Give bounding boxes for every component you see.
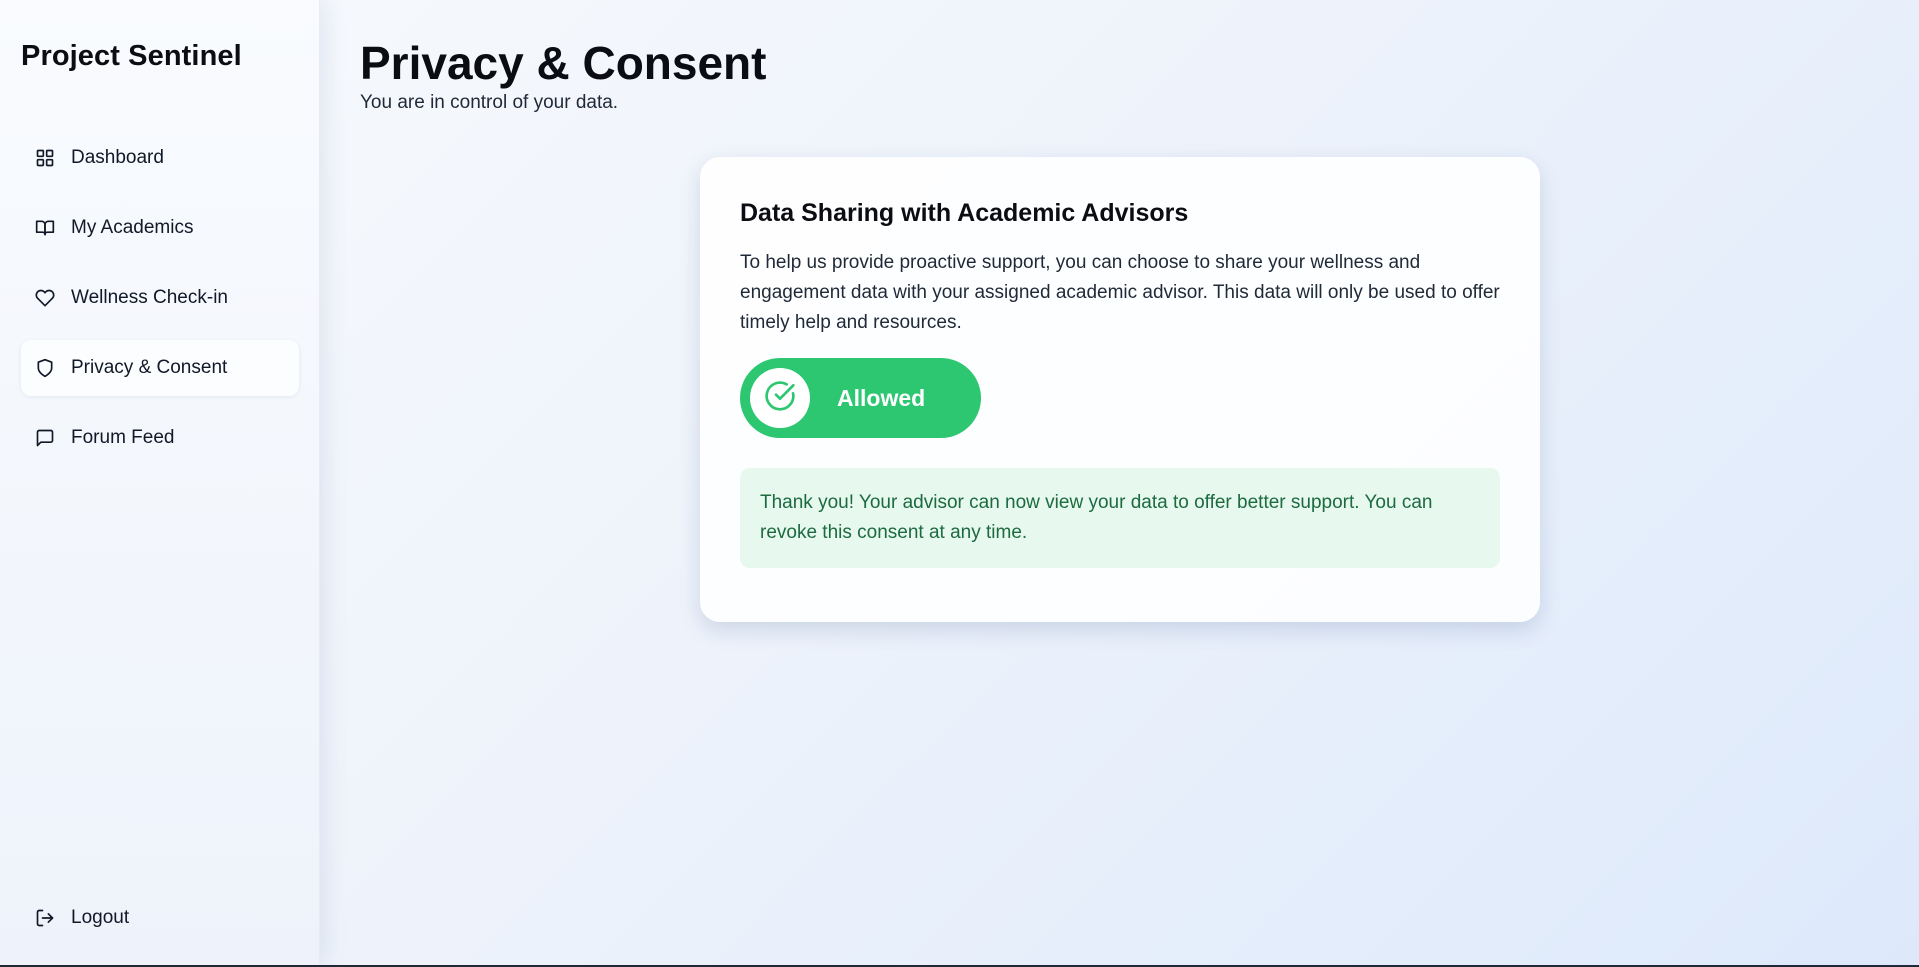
- sidebar-item-dashboard[interactable]: Dashboard: [21, 130, 299, 186]
- sidebar-item-label: My Academics: [71, 217, 194, 238]
- sidebar-item-label: Forum Feed: [71, 427, 175, 448]
- grid-icon: [35, 148, 55, 168]
- check-circle-icon: [764, 380, 796, 417]
- sidebar-item-forum-feed[interactable]: Forum Feed: [21, 410, 299, 466]
- sidebar-item-label: Wellness Check-in: [71, 287, 228, 308]
- consent-notice: Thank you! Your advisor can now view you…: [740, 468, 1500, 568]
- app-title: Project Sentinel: [21, 40, 242, 72]
- sidebar: Project Sentinel Dashboard My Academics: [0, 0, 320, 965]
- sidebar-item-label: Dashboard: [71, 147, 164, 168]
- book-open-icon: [35, 218, 55, 238]
- page-title: Privacy & Consent: [360, 37, 767, 89]
- consent-toggle[interactable]: Allowed: [740, 358, 981, 438]
- log-out-icon: [35, 908, 55, 928]
- message-square-icon: [35, 428, 55, 448]
- toggle-label: Allowed: [837, 384, 926, 411]
- logout-label: Logout: [71, 907, 130, 928]
- card-description: To help us provide proactive support, yo…: [740, 252, 1500, 333]
- heart-icon: [35, 288, 55, 308]
- sidebar-item-label: Privacy & Consent: [71, 357, 228, 378]
- sidebar-item-privacy-consent[interactable]: Privacy & Consent: [21, 340, 299, 396]
- sidebar-item-wellness-check-in[interactable]: Wellness Check-in: [21, 270, 299, 326]
- page-subtitle: You are in control of your data.: [360, 92, 619, 113]
- sidebar-item-my-academics[interactable]: My Academics: [21, 200, 299, 256]
- card-title: Data Sharing with Academic Advisors: [740, 199, 1189, 227]
- consent-card: Data Sharing with Academic Advisors To h…: [700, 157, 1540, 622]
- logout-button[interactable]: Logout: [21, 890, 299, 946]
- toggle-knob: [750, 368, 810, 428]
- sidebar-nav: Dashboard My Academics Wellness Check-in: [21, 130, 299, 480]
- shield-icon: [35, 358, 55, 378]
